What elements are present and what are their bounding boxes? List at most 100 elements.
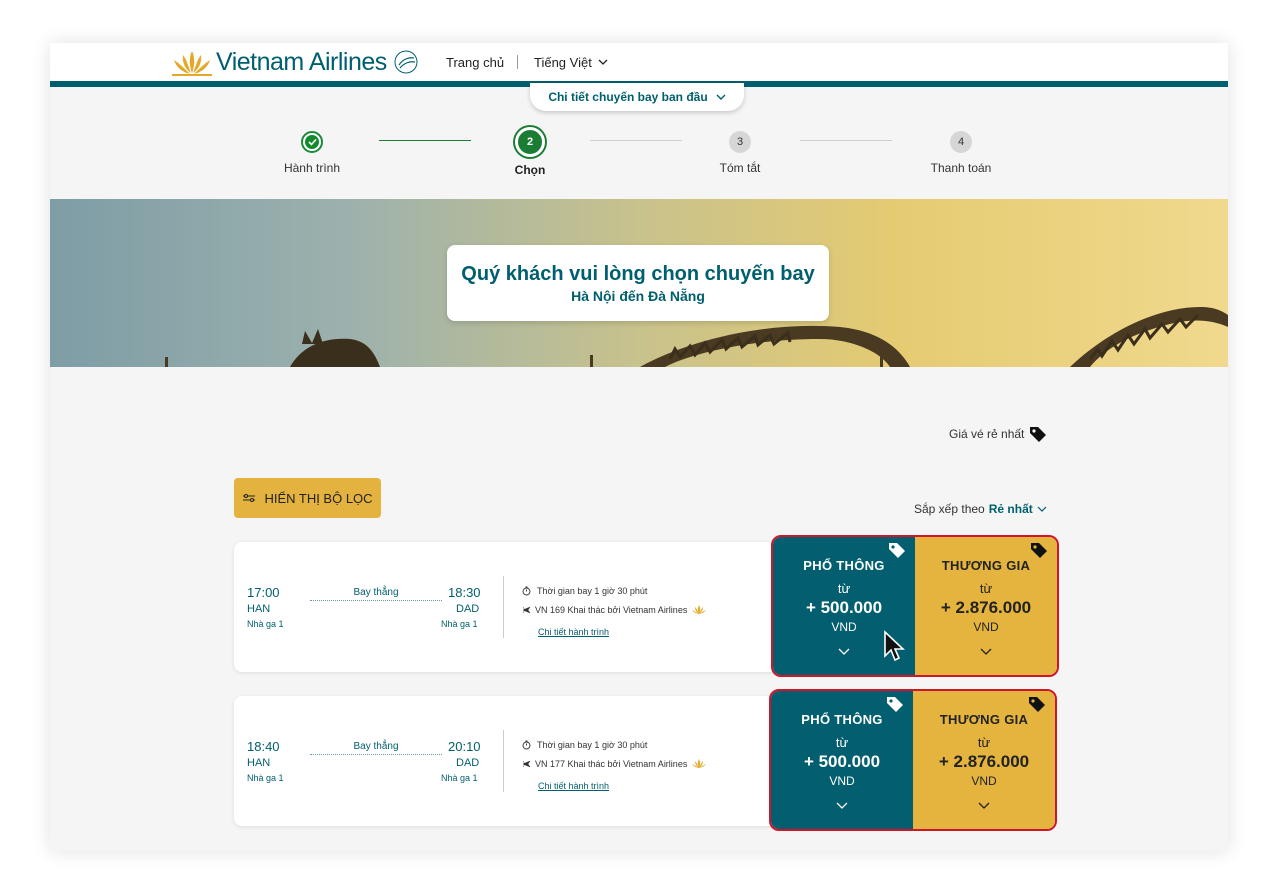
nav-home-link[interactable]: Trang chủ <box>446 55 504 70</box>
arrival-airport: DAD <box>456 757 480 769</box>
original-flight-details-toggle[interactable]: Chi tiết chuyến bay ban đầu <box>530 83 744 111</box>
stopwatch-icon <box>522 586 531 596</box>
chevron-down-icon <box>1037 506 1047 512</box>
step-number: 2 <box>515 127 545 157</box>
price-tag-icon <box>1031 543 1047 558</box>
check-icon <box>307 138 317 146</box>
language-selector[interactable]: Tiếng Việt <box>534 55 608 70</box>
vietnam-airlines-logo[interactable]: Vietnam Airlines <box>170 45 419 79</box>
itinerary-details-link[interactable]: Chi tiết hành trình <box>538 781 609 791</box>
price-tag-icon <box>1029 697 1045 712</box>
fare-currency: VND <box>971 774 997 788</box>
economy-fare-button[interactable]: PHỔ THÔNG từ + 500.000 VND <box>771 691 913 829</box>
details-pill-label: Chi tiết chuyến bay ban đầu <box>548 90 708 104</box>
fare-class-name: PHỔ THÔNG <box>801 712 883 727</box>
chevron-down-icon <box>978 802 990 809</box>
banner-message-card: Quý khách vui lòng chọn chuyến bay Hà Nộ… <box>447 245 829 321</box>
business-fare-button[interactable]: THƯƠNG GIA từ + 2.876.000 VND <box>915 537 1057 675</box>
fare-from-label: từ <box>837 581 851 596</box>
cheapest-label: Giá vé rẻ nhất <box>949 427 1025 441</box>
step-itinerary[interactable]: Hành trình <box>242 131 382 175</box>
step-number: 3 <box>729 131 751 153</box>
step-label: Chọn <box>514 163 546 177</box>
sort-value: Rẻ nhất <box>988 502 1033 516</box>
browser-viewport: Vietnam Airlines Trang chủ Tiếng Việt Ch… <box>50 43 1228 851</box>
fare-class-name: THƯƠNG GIA <box>939 712 1029 727</box>
flight-operator: VN 177 Khai thác bởi Vietnam Airlines <box>522 758 707 769</box>
departure-time: 17:00 <box>247 585 280 600</box>
fare-options: PHỔ THÔNG từ + 500.000 VND THƯƠNG GIA từ… <box>769 689 1057 831</box>
departure-airport: HAN <box>247 603 271 615</box>
fare-from-label: từ <box>835 735 849 750</box>
fare-currency: VND <box>829 774 855 788</box>
step-connector <box>590 140 682 141</box>
arrival-time: 20:10 <box>448 739 481 754</box>
chevron-down-icon <box>836 802 848 809</box>
brand-name: Vietnam Airlines <box>216 47 387 76</box>
step-label: Tóm tắt <box>719 161 761 175</box>
arrival-terminal: Nhà ga 1 <box>441 619 478 629</box>
fare-from-label: từ <box>977 735 991 750</box>
flight-operator: VN 169 Khai thác bởi Vietnam Airlines <box>522 604 707 615</box>
fare-options: PHỔ THÔNG từ + 500.000 VND THƯƠNG GIA từ… <box>771 535 1059 677</box>
step-select: 2 Chọn <box>460 127 600 177</box>
flight-duration: Thời gian bay 1 giờ 30 phút <box>522 740 647 750</box>
step-connector <box>800 140 892 141</box>
business-fare-button[interactable]: THƯƠNG GIA từ + 2.876.000 VND <box>913 691 1055 829</box>
arrival-airport: DAD <box>456 603 480 615</box>
stopwatch-icon <box>522 740 531 750</box>
skyteam-icon <box>394 50 418 74</box>
fare-from-label: từ <box>979 581 993 596</box>
departure-terminal: Nhà ga 1 <box>247 773 284 783</box>
departure-airport: HAN <box>247 757 271 769</box>
cheapest-fare-legend: Giá vé rẻ nhất <box>949 425 1048 443</box>
nav-divider <box>517 55 518 69</box>
filter-button-label: HIỂN THỊ BỘ LỌC <box>264 490 373 506</box>
step-number: 4 <box>950 131 972 153</box>
operator-text: VN 169 Khai thác bởi Vietnam Airlines <box>535 604 688 615</box>
arrival-terminal: Nhà ga 1 <box>441 773 478 783</box>
fare-class-name: THƯƠNG GIA <box>941 558 1031 573</box>
price-tag-icon <box>1030 427 1047 442</box>
booking-stepper: Hành trình 2 Chọn 3 Tóm tắt 4 Thanh toán <box>50 123 1228 199</box>
duration-text: Thời gian bay 1 giờ 30 phút <box>537 586 648 596</box>
price-tag-icon <box>889 543 905 558</box>
step-check <box>301 131 323 153</box>
duration-text: Thời gian bay 1 giờ 30 phút <box>537 740 648 750</box>
step-connector <box>379 140 471 141</box>
language-label: Tiếng Việt <box>534 55 592 70</box>
site-header: Vietnam Airlines Trang chủ Tiếng Việt <box>50 43 1228 81</box>
fare-price: + 500.000 <box>803 752 881 771</box>
chevron-down-icon <box>838 648 850 655</box>
banner-title: Quý khách vui lòng chọn chuyến bay <box>461 263 815 285</box>
mouse-cursor-icon <box>884 630 906 662</box>
card-divider <box>503 576 504 638</box>
fare-currency: VND <box>973 620 999 634</box>
sort-dropdown[interactable]: Sắp xếp theo Rẻ nhất <box>914 502 1047 516</box>
step-summary: 3 Tóm tắt <box>670 131 810 175</box>
chevron-down-icon <box>716 94 726 100</box>
arrival-time: 18:30 <box>448 585 481 600</box>
operator-text: VN 177 Khai thác bởi Vietnam Airlines <box>535 758 688 769</box>
flight-duration: Thời gian bay 1 giờ 30 phút <box>522 586 647 596</box>
chevron-down-icon <box>598 59 608 65</box>
itinerary-details-link[interactable]: Chi tiết hành trình <box>538 627 609 637</box>
price-tag-icon <box>887 697 903 712</box>
plane-icon <box>522 606 531 614</box>
card-divider <box>503 730 504 792</box>
show-filters-button[interactable]: HIỂN THỊ BỘ LỌC <box>234 478 381 518</box>
plane-icon <box>522 760 531 768</box>
stop-type: Bay thẳng <box>310 587 442 601</box>
lotus-icon <box>692 759 707 768</box>
departure-terminal: Nhà ga 1 <box>247 619 284 629</box>
fare-price: + 2.876.000 <box>940 598 1032 617</box>
step-payment: 4 Thanh toán <box>891 131 1031 175</box>
stop-type: Bay thẳng <box>310 741 442 755</box>
fare-price: + 2.876.000 <box>938 752 1030 771</box>
fare-class-name: PHỔ THÔNG <box>803 558 885 573</box>
hero-banner: Quý khách vui lòng chọn chuyến bay Hà Nộ… <box>50 199 1228 367</box>
chevron-down-icon <box>980 648 992 655</box>
banner-route: Hà Nội đến Đà Nẵng <box>571 288 705 304</box>
lotus-icon <box>172 51 212 76</box>
lotus-icon <box>692 605 707 614</box>
